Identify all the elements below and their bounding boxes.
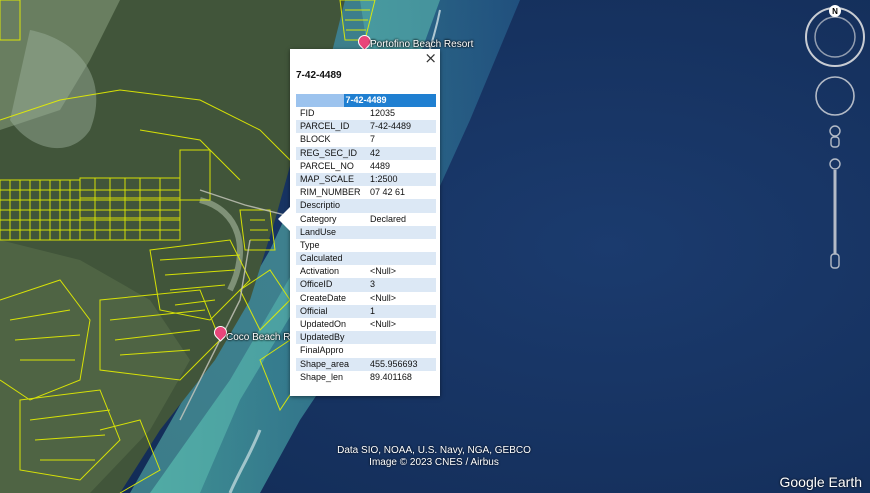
attribute-key: FinalAppro bbox=[300, 345, 344, 356]
attribute-value bbox=[364, 199, 436, 212]
attribute-value bbox=[364, 344, 436, 357]
attribute-value bbox=[364, 226, 436, 239]
attribute-row: RIM_NUMBER 07 42 61 bbox=[296, 186, 436, 199]
attribute-key: CreateDate bbox=[300, 292, 347, 303]
attribute-row: FinalAppro bbox=[296, 344, 436, 357]
attribute-value: 455.956693 bbox=[370, 358, 418, 369]
attribute-row: REG_SEC_ID 42 bbox=[296, 146, 436, 160]
attribute-key: PARCEL_ID bbox=[300, 121, 350, 132]
attribute-key: Shape_area bbox=[300, 358, 350, 369]
attribute-key: Activation bbox=[300, 266, 340, 277]
attribution-imagery: Image © 2023 CNES / Airbus bbox=[369, 457, 499, 468]
attribute-key: UpdatedBy bbox=[300, 332, 345, 343]
attribute-row: Calculated bbox=[296, 252, 436, 266]
attribute-key: Descriptio bbox=[300, 200, 341, 211]
popup-pointer bbox=[278, 207, 290, 231]
attribute-row: Shape_area 455.956693 bbox=[296, 357, 436, 371]
attribute-value bbox=[364, 252, 436, 265]
attribute-row: Descriptio bbox=[296, 199, 436, 213]
attribute-row: CreateDate <Null> bbox=[296, 292, 436, 305]
attribute-key: Calculated bbox=[300, 253, 343, 264]
attribution-data: Data SIO, NOAA, U.S. Navy, NGA, GEBCO bbox=[337, 445, 531, 456]
attribute-key: LandUse bbox=[300, 226, 337, 237]
attribute-value: 1 bbox=[370, 305, 376, 316]
attribute-key: BLOCK bbox=[300, 134, 331, 145]
attribute-value: <Null> bbox=[370, 266, 397, 277]
attribute-key: Category bbox=[300, 213, 337, 224]
attribute-table-header-text: 7-42-4489 bbox=[345, 95, 387, 105]
popup-title: 7-42-4489 bbox=[296, 70, 342, 81]
attribute-key: FID bbox=[300, 108, 315, 118]
attribute-key: OfficeID bbox=[300, 279, 333, 290]
attribute-row: OfficeID 3 bbox=[296, 278, 436, 292]
compass-north-label: N bbox=[832, 7, 838, 16]
attribute-key: UpdatedOn bbox=[300, 319, 347, 329]
attribute-table: 7-42-4489 FID 12035 PARCEL_ID 7-42-4489 BLOC… bbox=[296, 94, 436, 384]
attribute-value: 89.401168 bbox=[370, 371, 412, 382]
attribute-value: <Null> bbox=[370, 292, 397, 303]
attribute-key: MAP_SCALE bbox=[300, 173, 355, 184]
map-attribution: Data SIO, NOAA, U.S. Navy, NGA, GEBCO Im… bbox=[300, 445, 568, 469]
attribute-row: Official 1 bbox=[296, 304, 436, 318]
attribute-row: Activation <Null> bbox=[296, 265, 436, 278]
navigation-controls[interactable]: N bbox=[802, 4, 868, 276]
attribute-value: 12035 bbox=[370, 108, 396, 118]
street-view-pegman-icon[interactable] bbox=[829, 125, 841, 148]
attribute-row: LandUse bbox=[296, 225, 436, 239]
attribute-key: REG_SEC_ID bbox=[300, 147, 358, 158]
zoom-slider[interactable] bbox=[829, 158, 841, 269]
look-joystick[interactable] bbox=[815, 76, 855, 116]
attribute-value: 7 bbox=[370, 134, 376, 145]
attribute-key: Shape_len bbox=[300, 371, 344, 382]
attribute-row: Category Declared bbox=[296, 213, 436, 226]
attribute-row: Type bbox=[296, 239, 436, 252]
close-icon[interactable]: × bbox=[424, 50, 437, 66]
attribute-value: 3 bbox=[370, 279, 376, 290]
google-earth-logo: Google Earth bbox=[779, 474, 863, 490]
attribute-row: Shape_len 89.401168 bbox=[296, 371, 436, 384]
attribute-value bbox=[364, 331, 436, 344]
attribute-value bbox=[364, 239, 436, 252]
attribute-key: Official bbox=[300, 305, 328, 316]
attribute-row: UpdatedBy bbox=[296, 331, 436, 345]
attribute-value: <Null> bbox=[370, 319, 397, 329]
attribute-value: 07 42 61 bbox=[370, 187, 406, 198]
attribute-row: BLOCK 7 bbox=[296, 133, 436, 146]
place-label-coco[interactable]: Coco Beach R bbox=[226, 332, 290, 343]
attribute-row: PARCEL_NO 4489 bbox=[296, 160, 436, 173]
attribute-key: RIM_NUMBER bbox=[300, 187, 361, 198]
attribute-row: UpdatedOn <Null> bbox=[296, 318, 436, 331]
attribute-value: Declared bbox=[370, 213, 407, 224]
attribute-value: 42 bbox=[370, 147, 381, 158]
attribute-row: PARCEL_ID 7-42-4489 bbox=[296, 120, 436, 134]
attribute-key: PARCEL_NO bbox=[300, 160, 354, 171]
attribute-value: 4489 bbox=[370, 160, 391, 171]
attribute-value: 1:2500 bbox=[370, 173, 398, 184]
attribute-value: 7-42-4489 bbox=[370, 121, 412, 132]
parcel-info-popup: × 7-42-4489 7-42-4489 FID 12035 PARCEL_ID 7… bbox=[278, 49, 440, 396]
attribute-table-header: 7-42-4489 bbox=[296, 94, 436, 107]
attribute-row: FID 12035 bbox=[296, 107, 436, 120]
attribute-row: MAP_SCALE 1:2500 bbox=[296, 172, 436, 187]
attribute-key: Type bbox=[300, 239, 320, 250]
